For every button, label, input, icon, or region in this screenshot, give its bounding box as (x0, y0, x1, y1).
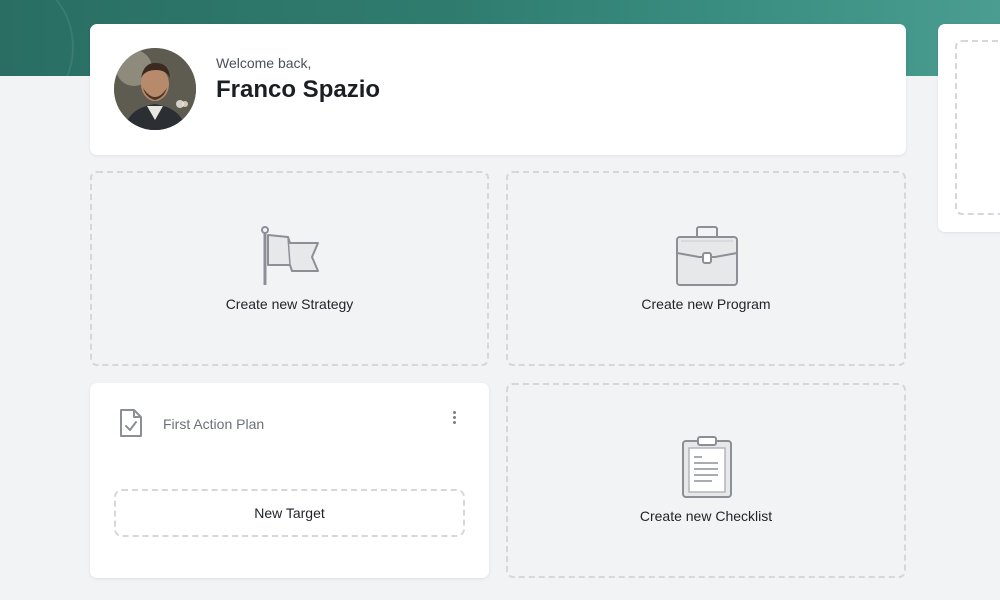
document-check-icon (120, 409, 142, 437)
create-checklist-label: Create new Checklist (639, 508, 773, 524)
new-target-button[interactable]: New Target (114, 489, 465, 537)
user-name: Franco Spazio (216, 76, 381, 103)
clipboard-icon (682, 436, 732, 498)
more-vertical-icon[interactable] (446, 409, 462, 427)
create-program-tile[interactable]: Create new Program (506, 171, 906, 366)
create-checklist-tile[interactable]: Create new Checklist (506, 383, 906, 578)
side-card (938, 24, 1000, 232)
create-strategy-tile[interactable]: Create new Strategy (90, 171, 489, 366)
welcome-greeting: Welcome back, (216, 55, 312, 71)
flag-icon (261, 226, 319, 285)
welcome-card: Welcome back, Franco Spazio (90, 24, 906, 155)
create-strategy-label: Create new Strategy (225, 296, 354, 312)
banner-decoration (0, 0, 74, 76)
avatar[interactable] (114, 48, 196, 130)
create-program-label: Create new Program (641, 296, 771, 312)
side-card-placeholder[interactable] (955, 40, 1000, 215)
action-plan-card[interactable]: First Action Plan New Target (90, 383, 489, 578)
action-plan-title: First Action Plan (163, 416, 265, 432)
briefcase-icon (676, 226, 738, 286)
